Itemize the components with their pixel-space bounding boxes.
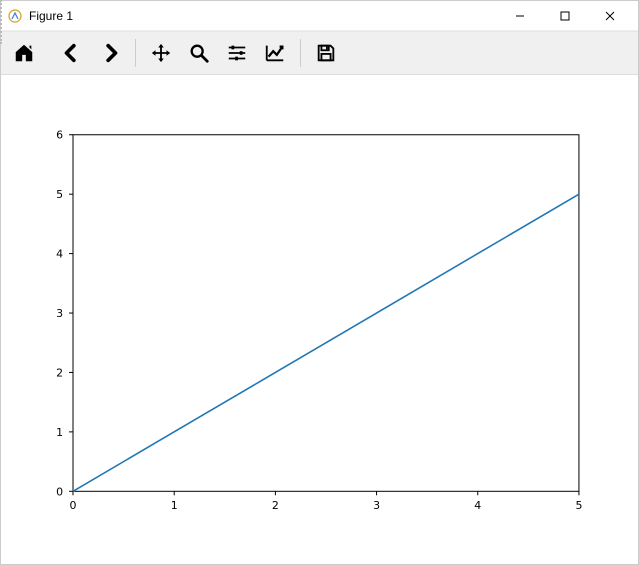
- y-tick-label: 5: [56, 188, 63, 201]
- x-tick-label: 5: [575, 499, 582, 512]
- y-tick-label: 6: [56, 129, 63, 142]
- y-tick-label: 2: [56, 366, 63, 379]
- y-tick-label: 1: [56, 426, 63, 439]
- zoom-icon: [188, 42, 210, 64]
- data-series-line: [73, 194, 579, 491]
- y-tick-label: 4: [56, 248, 63, 261]
- x-tick-label: 2: [272, 499, 279, 512]
- subplots-icon: [226, 42, 248, 64]
- pan-button[interactable]: [142, 35, 180, 71]
- y-tick-label: 0: [56, 485, 63, 498]
- window-controls: [497, 2, 632, 30]
- minimize-button[interactable]: [497, 2, 542, 30]
- forward-button[interactable]: [91, 35, 129, 71]
- back-button[interactable]: [53, 35, 91, 71]
- x-tick-label: 0: [70, 499, 77, 512]
- home-icon: [13, 42, 35, 64]
- toolbar-separator: [300, 39, 301, 67]
- close-button[interactable]: [587, 2, 632, 30]
- x-tick-label: 3: [373, 499, 380, 512]
- pan-icon: [150, 42, 172, 64]
- window-title: Figure 1: [29, 9, 497, 23]
- axes-icon: [264, 42, 286, 64]
- chart: 0 1 2 3 4 5 0 1 2 3 4 5 6: [1, 75, 638, 564]
- save-button[interactable]: [307, 35, 345, 71]
- zoom-button[interactable]: [180, 35, 218, 71]
- x-tick-label: 1: [171, 499, 178, 512]
- plot-area[interactable]: 0 1 2 3 4 5 0 1 2 3 4 5 6: [1, 75, 638, 564]
- home-button[interactable]: [5, 35, 43, 71]
- back-icon: [61, 42, 83, 64]
- maximize-button[interactable]: [542, 2, 587, 30]
- axes-edit-button[interactable]: [256, 35, 294, 71]
- toolbar-separator: [135, 39, 136, 67]
- forward-icon: [99, 42, 121, 64]
- y-tick-label: 3: [56, 307, 63, 320]
- subplots-button[interactable]: [218, 35, 256, 71]
- x-tick-label: 4: [474, 499, 481, 512]
- toolbar: [1, 31, 638, 75]
- titlebar: Figure 1: [1, 1, 638, 31]
- save-icon: [315, 42, 337, 64]
- app-icon: [7, 8, 23, 24]
